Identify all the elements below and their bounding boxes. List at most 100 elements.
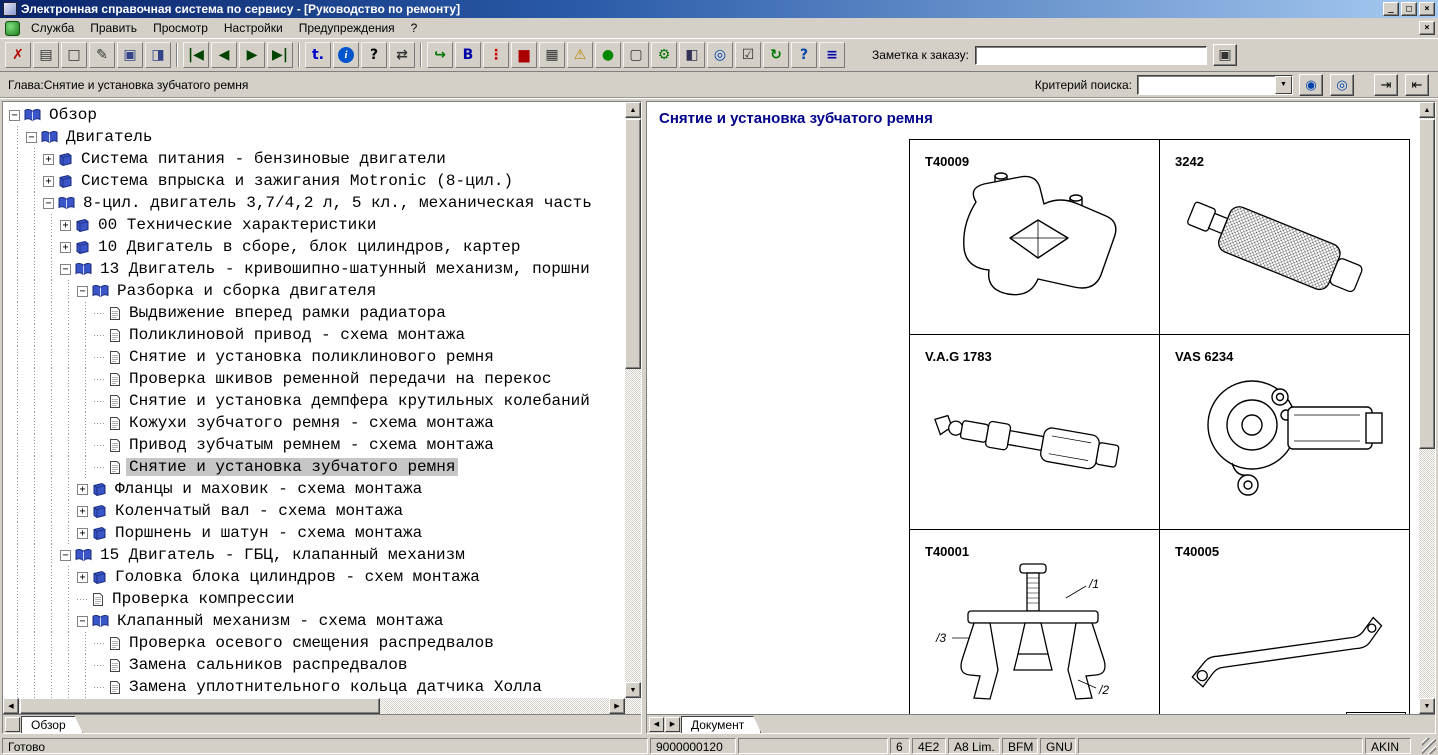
doc-tab-prev-button[interactable]: ◀: [649, 717, 664, 732]
menu-service[interactable]: Служба: [23, 19, 82, 37]
tree-item-label[interactable]: Коленчатый вал - схема монтажа: [112, 502, 406, 520]
resize-grip[interactable]: [1422, 738, 1436, 754]
tree-item-label[interactable]: Двигатель: [63, 128, 155, 146]
expand-plus-icon[interactable]: +: [43, 154, 54, 165]
tree-item[interactable]: +10 Двигатель в сборе, блок цилиндров, к…: [3, 236, 625, 258]
tree-item-label[interactable]: Выдвижение вперед рамки радиатора: [126, 304, 449, 322]
tree-scroll-thumb[interactable]: [625, 119, 641, 369]
tree-item-label[interactable]: Клапанный механизм - схема монтажа: [114, 612, 446, 630]
vehicle-side-button[interactable]: ◧: [679, 42, 705, 68]
menu-edit[interactable]: Править: [82, 19, 145, 37]
tree-item-label[interactable]: Обзор: [46, 106, 100, 124]
expand-plus-icon[interactable]: +: [43, 176, 54, 187]
tree-item-label[interactable]: 00 Технические характеристики: [95, 216, 379, 234]
collapse-minus-icon[interactable]: −: [77, 286, 88, 297]
tree-item-label[interactable]: 8-цил. двигатель 3,7/4,2 л, 5 кл., механ…: [80, 194, 595, 212]
tree-item[interactable]: Выдвижение вперед рамки радиатора: [3, 302, 625, 324]
tree-item-label[interactable]: Проверка шкивов ременной передачи на пер…: [126, 370, 554, 388]
manual-button[interactable]: ▆: [511, 42, 537, 68]
expand-plus-icon[interactable]: +: [77, 484, 88, 495]
tree-item-label[interactable]: Поршнень и шатун - схема монтажа: [112, 524, 425, 542]
tree-item[interactable]: Замена уплотнительного кольца датчика Хо…: [3, 676, 625, 698]
tab-scroll-button[interactable]: [5, 717, 20, 732]
tree-item-label[interactable]: Система впрыска и зажигания Motronic (8-…: [78, 172, 516, 190]
tree-item[interactable]: + Коленчатый вал - схема монтажа: [3, 500, 625, 522]
nav-prev-button[interactable]: ◀: [211, 42, 237, 68]
doc-tab-next-button[interactable]: ▶: [665, 717, 680, 732]
vehicle-data-button[interactable]: ◨: [145, 42, 171, 68]
cancel-print-button[interactable]: ✗: [5, 42, 31, 68]
tree-item[interactable]: Снятие и установка демпфера крутильных к…: [3, 390, 625, 412]
tree-item-label[interactable]: 10 Двигатель в сборе, блок цилиндров, ка…: [95, 238, 523, 256]
tree-item-label[interactable]: Привод зубчатым ремнем - схема монтажа: [126, 436, 497, 454]
tree-item-label[interactable]: 15 Двигатель - ГБЦ, клапанный механизм: [97, 546, 468, 564]
tree-horizontal-scrollbar[interactable]: ◀ ▶: [3, 698, 625, 714]
nav-first-button[interactable]: |◀: [183, 42, 209, 68]
scroll-down-icon[interactable]: ▼: [625, 682, 641, 698]
tree-item[interactable]: − 8-цил. двигатель 3,7/4,2 л, 5 кл., меха…: [3, 192, 625, 214]
next-hit-button[interactable]: ⇥: [1374, 74, 1398, 96]
tree-item-label[interactable]: Поликлиновой привод - схема монтажа: [126, 326, 468, 344]
refresh-button[interactable]: ↻: [763, 42, 789, 68]
tree-item[interactable]: − 15 Двигатель - ГБЦ, клапанный механизм: [3, 544, 625, 566]
tree-item-label[interactable]: Замена сальников распредвалов: [126, 656, 410, 674]
menu-warnings[interactable]: Предупреждения: [291, 19, 403, 37]
status-button[interactable]: ●: [595, 42, 621, 68]
nav-last-button[interactable]: ▶|: [267, 42, 293, 68]
warning-button[interactable]: ⚠: [567, 42, 593, 68]
expand-plus-icon[interactable]: +: [77, 528, 88, 539]
tree-item[interactable]: + Система питания - бензиновые двигатели: [3, 148, 625, 170]
find-all-button[interactable]: ◎: [1330, 74, 1354, 96]
expand-plus-icon[interactable]: +: [77, 506, 88, 517]
tree-item[interactable]: +00 Технические характеристики: [3, 214, 625, 236]
help-button[interactable]: ?: [361, 42, 387, 68]
close-button[interactable]: ×: [1419, 2, 1435, 16]
tree-item[interactable]: Снятие и установка зубчатого ремня: [3, 456, 625, 478]
tree-item-label[interactable]: 13 Двигатель - кривошипно-шатунный механ…: [97, 260, 593, 278]
tree-item-label[interactable]: Система питания - бензиновые двигатели: [78, 150, 449, 168]
tab-overview[interactable]: Обзор: [21, 716, 83, 733]
table-button[interactable]: ▦: [539, 42, 565, 68]
tree-item[interactable]: Поликлиновой привод - схема монтажа: [3, 324, 625, 346]
minimize-button[interactable]: _: [1383, 2, 1399, 16]
service-button[interactable]: ⚙: [651, 42, 677, 68]
tree-item-label[interactable]: Замена уплотнительного кольца датчика Хо…: [126, 678, 545, 696]
tree-item[interactable]: Привод зубчатым ремнем - схема монтажа: [3, 434, 625, 456]
mdi-close-button[interactable]: ×: [1419, 21, 1435, 35]
tree-item[interactable]: − Двигатель: [3, 126, 625, 148]
search-criterion-combobox[interactable]: ▼: [1137, 75, 1293, 95]
tree-item[interactable]: Проверка шкивов ременной передачи на пер…: [3, 368, 625, 390]
text-link-button[interactable]: t.: [305, 42, 331, 68]
expand-plus-icon[interactable]: +: [60, 242, 71, 253]
collapse-minus-icon[interactable]: −: [26, 132, 37, 143]
vehicle-id-button[interactable]: ▣: [117, 42, 143, 68]
scroll-right-icon[interactable]: ▶: [609, 698, 625, 714]
tree-item[interactable]: + Система впрыска и зажигания Motronic (8…: [3, 170, 625, 192]
tree-item[interactable]: Замена сальников распредвалов: [3, 654, 625, 676]
new-document-button[interactable]: □: [61, 42, 87, 68]
tree-item[interactable]: Кожухи зубчатого ремня - схема монтажа: [3, 412, 625, 434]
find-button[interactable]: ◉: [1299, 74, 1323, 96]
collapse-minus-icon[interactable]: −: [60, 550, 71, 561]
collapse-minus-icon[interactable]: −: [77, 616, 88, 627]
collapse-minus-icon[interactable]: −: [43, 198, 54, 209]
tree-item-label[interactable]: Проверка компрессии: [109, 590, 297, 608]
expand-plus-icon[interactable]: +: [60, 220, 71, 231]
tree-item-label[interactable]: Кожухи зубчатого ремня - схема монтажа: [126, 414, 497, 432]
traffic-light-button[interactable]: ⋮: [483, 42, 509, 68]
tree-item-label[interactable]: Головка блока цилиндров - схем монтажа: [112, 568, 483, 586]
scroll-down-icon[interactable]: ▼: [1419, 698, 1435, 714]
prev-hit-button[interactable]: ⇤: [1405, 74, 1429, 96]
nav-next-button[interactable]: ▶: [239, 42, 265, 68]
tree-item[interactable]: Снятие и установка поликлинового ремня: [3, 346, 625, 368]
tree-item[interactable]: Проверка компрессии: [3, 588, 625, 610]
doc-help-button[interactable]: ?: [791, 42, 817, 68]
edit-order-button[interactable]: ✎: [89, 42, 115, 68]
tree-item-label[interactable]: Проверка осевого смещения распредвалов: [126, 634, 497, 652]
checklist-button[interactable]: ☑: [735, 42, 761, 68]
print-button[interactable]: ▤: [33, 42, 59, 68]
tree-item[interactable]: − Клапанный механизм - схема монтажа: [3, 610, 625, 632]
tree-hscroll-thumb[interactable]: [20, 698, 380, 714]
monitor-button[interactable]: ▢: [623, 42, 649, 68]
info-button[interactable]: i: [333, 42, 359, 68]
